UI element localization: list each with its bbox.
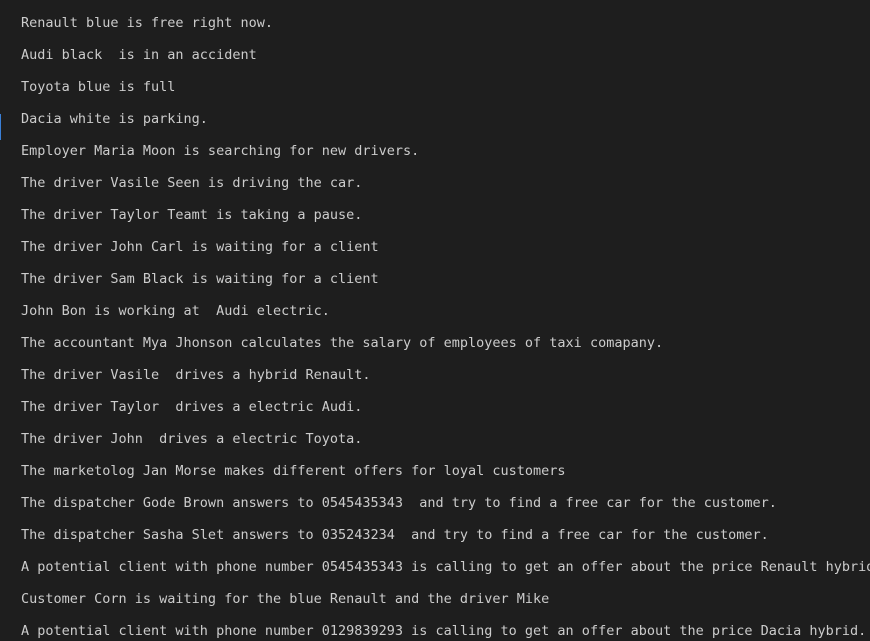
output-line: John Bon is working at Audi electric. [21, 303, 330, 319]
output-line: The driver Vasile drives a hybrid Renaul… [21, 367, 371, 383]
output-line: The driver Sam Black is waiting for a cl… [21, 271, 379, 287]
output-line: The driver John Carl is waiting for a cl… [21, 239, 379, 255]
output-line: The dispatcher Sasha Slet answers to 035… [21, 527, 769, 543]
output-line: The driver Taylor Teamt is taking a paus… [21, 207, 363, 223]
output-line: A potential client with phone number 054… [21, 559, 870, 575]
output-line: Toyota blue is full [21, 79, 176, 95]
output-line: The marketolog Jan Morse makes different… [21, 463, 566, 479]
gutter-marker [0, 114, 1, 140]
output-line: The driver Vasile Seen is driving the ca… [21, 175, 363, 191]
output-line: Renault blue is free right now. [21, 15, 273, 31]
output-line: Customer Corn is waiting for the blue Re… [21, 591, 550, 607]
terminal-panel[interactable]: Renault blue is free right now. Audi bla… [0, 0, 870, 641]
terminal-output: Renault blue is free right now. Audi bla… [21, 13, 870, 641]
output-line: The driver John drives a electric Toyota… [21, 431, 363, 447]
output-line: Dacia white is parking. [21, 111, 208, 127]
output-line: The driver Taylor drives a electric Audi… [21, 399, 363, 415]
output-line: Employer Maria Moon is searching for new… [21, 143, 420, 159]
output-line: A potential client with phone number 012… [21, 623, 867, 639]
output-line: The accountant Mya Jhonson calculates th… [21, 335, 664, 351]
output-line: The dispatcher Gode Brown answers to 054… [21, 495, 777, 511]
output-line: Audi black is in an accident [21, 47, 257, 63]
